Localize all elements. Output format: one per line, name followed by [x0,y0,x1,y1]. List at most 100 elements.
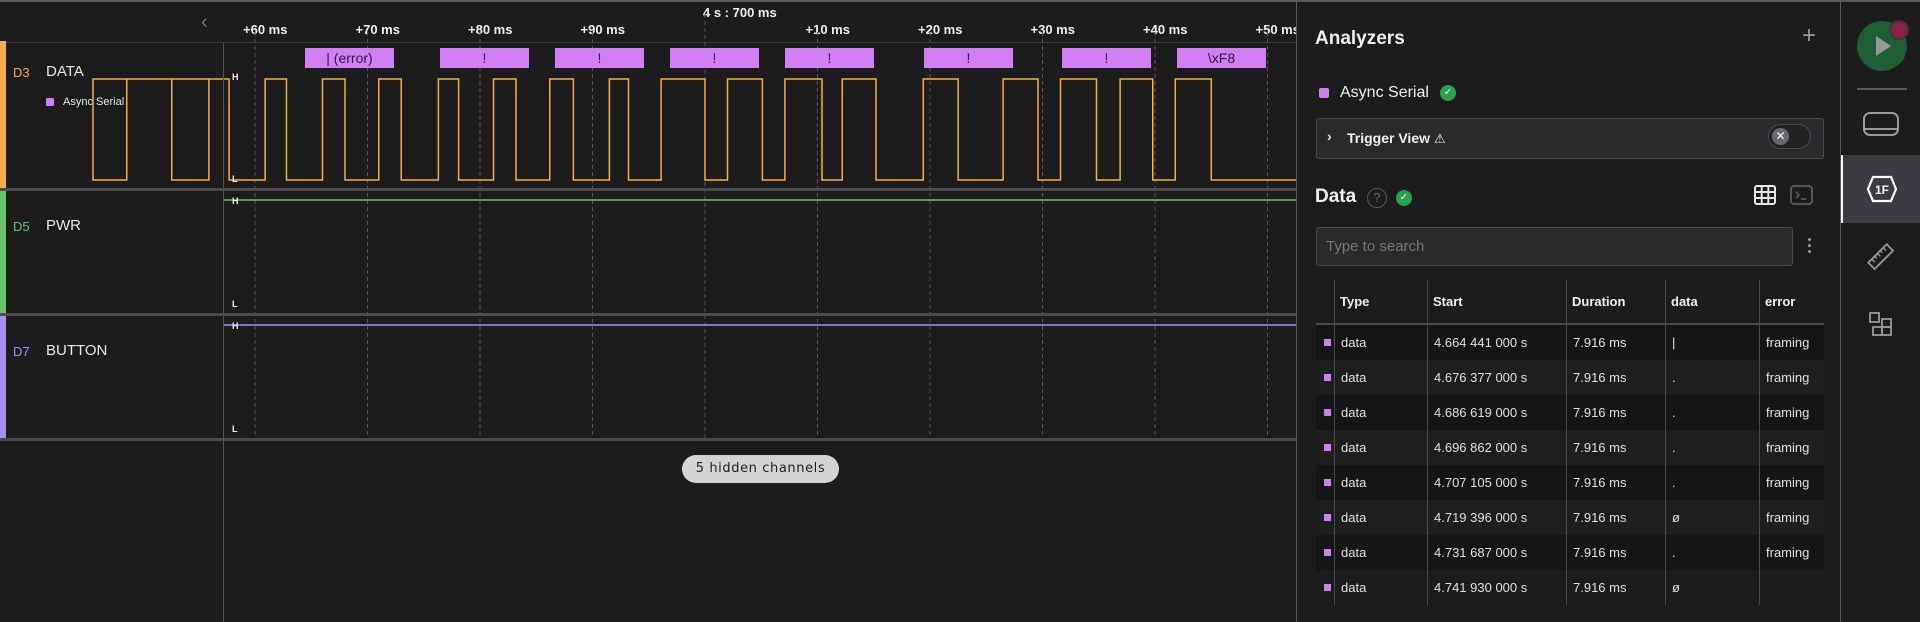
terminal-view-button[interactable] [1790,185,1813,205]
cell-error: framing [1766,475,1810,490]
column-divider [1334,430,1335,465]
cell-type: data [1341,405,1367,420]
column-divider [1334,500,1335,535]
cell-type: data [1341,335,1367,350]
cell-type: data [1341,440,1367,455]
analyzer-name: Async Serial [63,96,125,108]
cell-error: framing [1766,510,1810,525]
data-section-title: Data [1315,186,1357,207]
column-divider [1665,535,1666,570]
table-row[interactable]: data 4.707 105 000 s 7.916 ms. framing [1316,465,1824,500]
cell-start: 4.696 862 000 s [1434,440,1528,455]
cell-duration: 7.916 ms [1573,440,1627,455]
annotation-box[interactable]: ! [555,48,644,68]
column-divider [1566,395,1567,430]
column-header-error[interactable]: error [1765,280,1822,323]
cell-data: . [1672,405,1676,420]
channel-name[interactable]: DATA [46,63,84,80]
annotation-box[interactable]: ! [670,48,759,68]
analyzer-name: Async Serial [1340,84,1429,101]
column-divider [1665,570,1666,605]
trigger-view-section[interactable]: › Trigger View ⚠ ✕ [1316,118,1824,159]
sidebar-item-analyzers[interactable]: 1F [1841,155,1920,223]
analyzer-color-swatch [1324,409,1331,416]
label-column-divider[interactable] [223,43,224,622]
cell-error: framing [1766,545,1810,560]
annotation-box[interactable]: \xF8 [1177,48,1266,68]
column-header-duration[interactable]: Duration [1572,280,1663,323]
cell-duration: 7.916 ms [1573,405,1627,420]
column-divider [1665,395,1666,430]
hidden-channels-button[interactable]: 5 hidden channels [682,455,839,483]
table-row[interactable]: data 4.731 687 000 s 7.916 ms. framing [1316,535,1824,570]
column-divider [1427,395,1428,430]
trigger-view-label: Trigger View ⚠ [1347,130,1446,147]
annotation-box[interactable]: ! [440,48,529,68]
sidebar-item-device[interactable] [1841,90,1920,157]
recording-indicator-dot [1889,20,1909,40]
column-resize-handle[interactable] [1334,280,1335,325]
analyzer-color-swatch [1319,88,1329,98]
column-divider [1759,500,1760,535]
table-row[interactable]: data 4.676 377 000 s 7.916 ms. framing [1316,360,1824,395]
column-divider [1334,325,1335,360]
column-divider [1427,500,1428,535]
more-options-icon[interactable] [1805,238,1813,256]
table-row[interactable]: data 4.719 396 000 s 7.916 ms ø framing [1316,500,1824,535]
annotation-box[interactable]: | (error) [305,48,394,68]
channel-row-button[interactable]: D7 BUTTON H L [0,316,1296,438]
waveform-area[interactable]: ‹ 4 s : 700 ms +60 ms +70 ms +80 ms +90 ms +… [0,2,1296,622]
column-divider [1566,325,1567,360]
column-resize-handle[interactable] [1665,280,1666,325]
ruler-icon [1866,242,1895,270]
channel-row-pwr[interactable]: D5 PWR H L [0,191,1296,313]
trigger-view-toggle[interactable]: ✕ [1768,124,1811,149]
channel-analyzer-tag[interactable]: Async Serial [46,96,124,108]
analyzer-color-swatch [1324,549,1331,556]
column-divider [1334,465,1335,500]
cell-data: . [1672,545,1676,560]
column-resize-handle[interactable] [1566,280,1567,325]
channel-name[interactable]: BUTTON [46,342,107,359]
cell-duration: 7.916 ms [1573,510,1627,525]
cell-duration: 7.916 ms [1573,370,1627,385]
column-header-start[interactable]: Start [1433,280,1564,323]
channel-name[interactable]: PWR [46,217,81,234]
cell-start: 4.731 687 000 s [1434,545,1528,560]
table-row[interactable]: data 4.741 930 000 s 7.916 ms ø [1316,570,1824,605]
table-row[interactable]: data 4.686 619 000 s 7.916 ms. framing [1316,395,1824,430]
column-divider [1566,360,1567,395]
cell-start: 4.664 441 000 s [1434,335,1528,350]
sidebar-item-extensions[interactable] [1841,290,1920,357]
chevron-right-icon[interactable]: › [1327,128,1332,144]
annotation-box[interactable]: ! [785,48,874,68]
column-divider [1759,395,1760,430]
column-divider [1427,430,1428,465]
column-resize-handle[interactable] [1759,280,1760,325]
channel-separator[interactable] [0,438,1296,441]
right-sidebar: 1F [1840,2,1920,622]
column-header-data[interactable]: data [1671,280,1757,323]
add-analyzer-plus-icon[interactable]: + [1802,24,1816,48]
column-divider [1759,360,1760,395]
channel-id: D5 [13,219,30,234]
column-divider [1334,535,1335,570]
cell-type: data [1341,370,1367,385]
table-row[interactable]: data 4.696 862 000 s 7.916 ms. framing [1316,430,1824,465]
sidebar-item-measure[interactable] [1841,223,1920,290]
column-resize-handle[interactable] [1427,280,1428,325]
analyzer-color-swatch [1324,339,1331,346]
column-divider [1427,570,1428,605]
column-header-type[interactable]: Type [1340,280,1425,323]
cell-start: 4.741 930 000 s [1434,580,1528,595]
search-input[interactable] [1316,227,1793,266]
cell-start: 4.676 377 000 s [1434,370,1528,385]
help-icon[interactable]: ? [1367,188,1387,208]
play-button[interactable] [1856,20,1909,73]
annotation-box[interactable]: ! [1062,48,1151,68]
column-divider [1427,325,1428,360]
annotation-box[interactable]: ! [924,48,1013,68]
analyzer-item[interactable]: Async Serial ✓ [1319,84,1456,102]
table-row[interactable]: data 4.664 441 000 s 7.916 ms | framing [1316,325,1824,360]
table-view-button[interactable] [1754,185,1776,205]
